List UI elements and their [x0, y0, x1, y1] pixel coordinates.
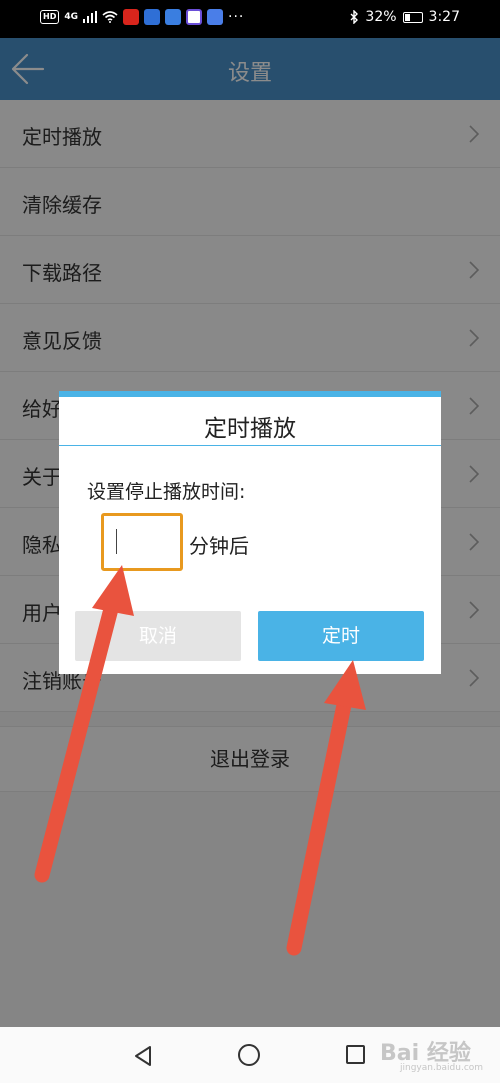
battery-percent: 32%	[365, 9, 397, 25]
bluetooth-icon	[350, 10, 359, 24]
battery-fill	[404, 13, 411, 21]
system-nav-bar: Bai 经验 jingyan.baidu.com	[0, 1027, 500, 1083]
nav-home-icon[interactable]	[238, 1044, 260, 1066]
text-cursor	[116, 529, 117, 554]
network-type: 4G	[64, 12, 78, 22]
dialog-divider	[59, 445, 441, 446]
minutes-input[interactable]	[101, 513, 183, 571]
app-notification-icon-baidu-2	[165, 9, 181, 25]
wifi-icon	[102, 11, 118, 23]
watermark-url: jingyan.baidu.com	[400, 1063, 484, 1073]
minutes-suffix: 分钟后	[189, 534, 249, 558]
clock: 3:27	[428, 9, 460, 25]
app-notification-icon-loop	[186, 9, 202, 25]
signal-icon	[83, 11, 97, 23]
app-notification-icon-blue	[207, 9, 223, 25]
cancel-button[interactable]: 取消	[75, 611, 241, 661]
battery-icon	[402, 11, 423, 23]
app-notification-icon-baidu	[144, 9, 160, 25]
set-timer-button[interactable]: 定时	[258, 611, 424, 661]
dialog-prompt: 设置停止播放时间:	[87, 481, 246, 503]
status-bar-right: 32% 3:27	[350, 9, 460, 25]
app-notification-icon-red	[123, 9, 139, 25]
more-notifications-icon: ···	[228, 9, 245, 25]
status-bar: HD 4G ··· 32% 3:27	[0, 0, 500, 38]
status-bar-left: HD 4G ···	[40, 9, 244, 25]
timer-dialog: 定时播放 设置停止播放时间: 分钟后 取消 定时	[59, 391, 441, 674]
nav-recents-icon[interactable]	[346, 1045, 365, 1064]
hd-badge: HD	[40, 10, 60, 24]
nav-back-icon[interactable]	[132, 1045, 154, 1067]
dialog-title: 定时播放	[204, 416, 296, 442]
